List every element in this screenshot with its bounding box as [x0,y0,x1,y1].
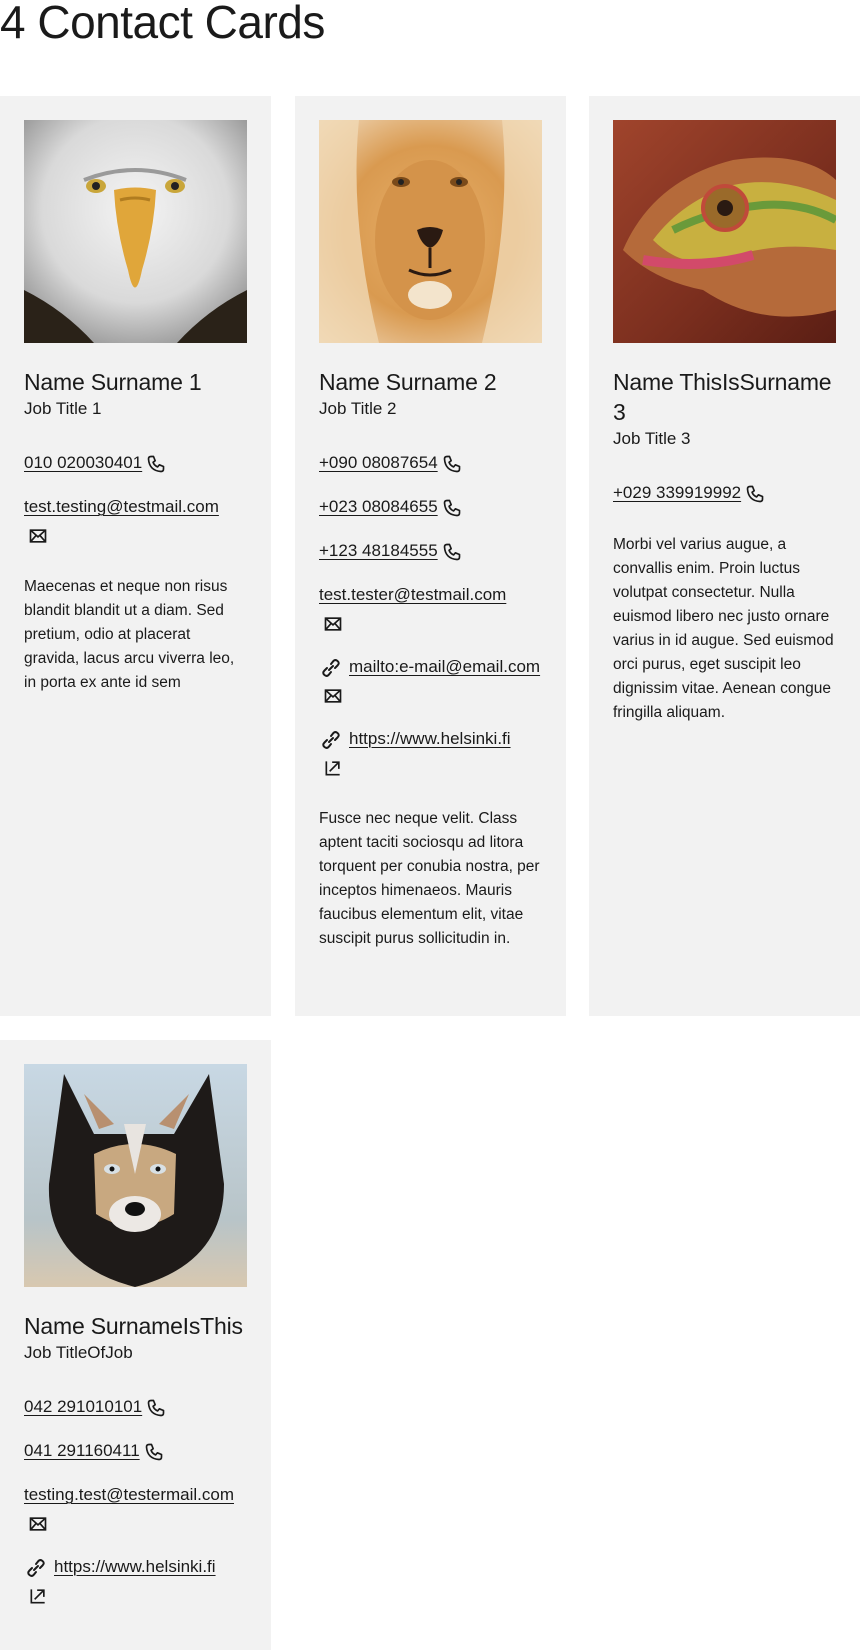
contact-name: Name SurnameIsThis [24,1313,243,1339]
contact-cards-page: 4 Contact Cards Name Surname 1 Job Title… [0,0,860,1650]
envelope-icon [28,526,48,546]
envelope-icon [323,614,343,634]
contact-description: Morbi vel varius augue, a convallis enim… [613,536,834,721]
phone-icon [442,542,462,562]
external-link-icon [28,1586,48,1606]
contact-card: Name ThisIsSurname 3 Job Title 3 +029 33… [589,96,860,1016]
website-link[interactable]: https://www.helsinki.fi [54,1557,216,1576]
phone-link[interactable]: 041 291160411 [24,1441,140,1460]
website-entry: https://www.helsinki.fi [24,1553,247,1609]
phone-icon [442,454,462,474]
contact-name: Name Surname 2 [319,369,497,395]
husky-photo [24,1064,247,1287]
website-entry: https://www.helsinki.fi [319,725,542,781]
link-icon [319,728,343,752]
chameleon-photo [613,120,836,343]
contact-description: Fusce nec neque velit. Class aptent taci… [319,810,540,947]
phone-entry: 041 291160411 [24,1437,247,1465]
contact-card: Name SurnameIsThis Job TitleOfJob 042 29… [0,1040,271,1650]
email-entry: testing.test@testermail.com [24,1481,247,1537]
envelope-icon [323,686,343,706]
phone-link[interactable]: 042 291010101 [24,1397,142,1416]
job-title: Job Title 1 [24,399,102,418]
phone-link[interactable]: +029 339919992 [613,483,741,502]
phone-entry: +023 08084655 [319,493,542,521]
link-icon [24,1556,48,1580]
mailto-entry: mailto:e-mail@email.com [319,653,542,709]
phone-icon [442,498,462,518]
phone-entry: 042 291010101 [24,1393,247,1421]
mailto-link[interactable]: mailto:e-mail@email.com [349,657,540,676]
link-icon [319,656,343,680]
contact-card: Name Surname 2 Job Title 2 +090 08087654… [295,96,566,1016]
page-title: 4 Contact Cards [0,0,325,48]
phone-link[interactable]: +023 08084655 [319,497,438,516]
job-title: Job TitleOfJob [24,1343,133,1362]
email-entry: test.testing@testmail.com [24,493,247,549]
phone-link[interactable]: +123 48184555 [319,541,438,560]
email-link[interactable]: test.tester@testmail.com [319,585,506,604]
phone-entry: +090 08087654 [319,449,542,477]
envelope-icon [28,1514,48,1534]
email-entry: test.tester@testmail.com [319,581,542,637]
website-link[interactable]: https://www.helsinki.fi [349,729,511,748]
phone-entry: +029 339919992 [613,479,836,507]
phone-link[interactable]: +090 08087654 [319,453,438,472]
job-title: Job Title 3 [613,429,691,448]
contact-card: Name Surname 1 Job Title 1 010 020030401… [0,96,271,1016]
phone-entry: 010 020030401 [24,449,247,477]
phone-icon [146,454,166,474]
job-title: Job Title 2 [319,399,397,418]
phone-link[interactable]: 010 020030401 [24,453,142,472]
eagle-photo [24,120,247,343]
phone-entry: +123 48184555 [319,537,542,565]
phone-icon [144,1442,164,1462]
contact-description: Maecenas et neque non risus blandit blan… [24,578,235,691]
lion-photo [319,120,542,343]
contact-name: Name Surname 1 [24,369,202,395]
phone-icon [745,484,765,504]
phone-icon [146,1398,166,1418]
email-link[interactable]: testing.test@testermail.com [24,1485,234,1504]
external-link-icon [323,758,343,778]
email-link[interactable]: test.testing@testmail.com [24,497,219,516]
contact-name: Name ThisIsSurname 3 [613,369,832,425]
